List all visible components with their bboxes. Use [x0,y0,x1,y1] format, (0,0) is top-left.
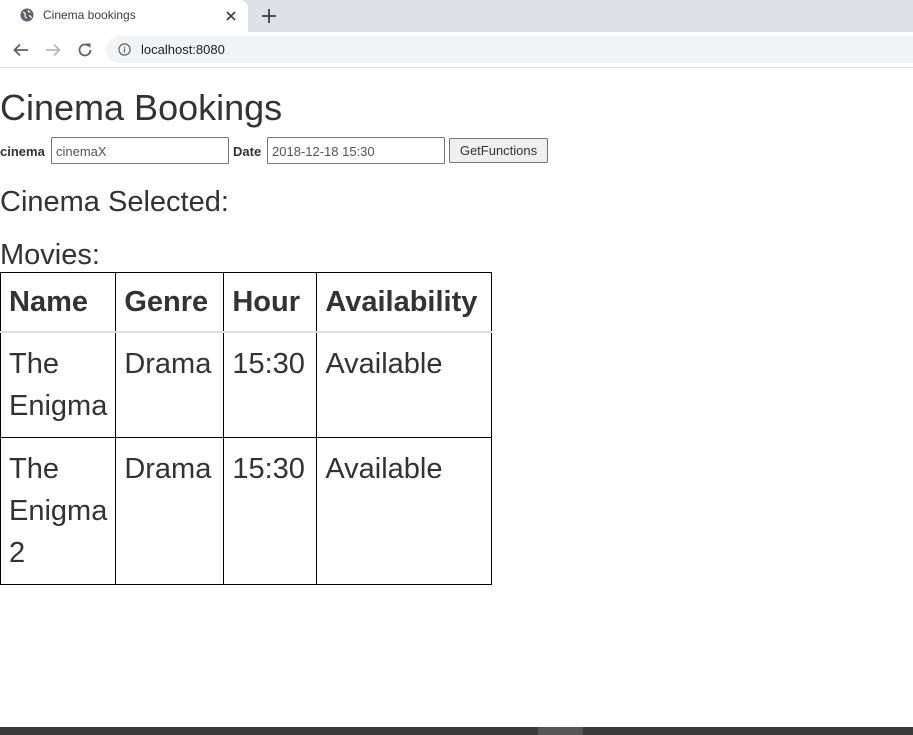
plus-icon[interactable] [260,7,278,25]
movie-name-cell: The Enigma 2 [0,437,117,585]
back-arrow-icon[interactable] [12,41,30,59]
movie-availability-cell: Available [316,437,493,585]
movie-genre-cell: Drama [115,437,225,585]
tab-title: Cinema bookings [43,8,136,22]
horizontal-scrollbar[interactable] [0,727,913,735]
date-input[interactable] [267,137,445,164]
browser-toolbar: localhost:8080 [0,32,913,68]
scrollbar-thumb[interactable] [538,727,583,735]
cinema-selected-heading: Cinema Selected: [0,186,229,218]
get-functions-button[interactable]: GetFunctions [449,138,548,163]
page-content: Cinema Bookings cinema Date GetFunctions… [0,68,913,727]
globe-icon [20,8,34,22]
close-icon[interactable] [223,8,239,24]
cinema-label: cinema [0,144,45,159]
header-hour: Hour [223,272,318,333]
page-title: Cinema Bookings [0,87,283,128]
movie-genre-cell: Drama [115,331,225,438]
reload-icon[interactable] [76,41,94,59]
movies-heading: Movies: [0,239,100,271]
movies-table: Name Genre Hour Availability The Enigma … [0,272,493,585]
browser-chrome: Cinema bookings localhost:8080 [0,0,913,68]
search-form: cinema Date GetFunctions [0,137,913,164]
tab-strip: Cinema bookings [0,0,913,32]
forward-arrow-icon[interactable] [44,41,62,59]
address-bar[interactable]: localhost:8080 [106,36,913,63]
table-row: The Enigma Drama 15:30 Available [0,331,493,438]
date-label: Date [233,144,262,159]
header-genre: Genre [115,272,225,333]
table-header-row: Name Genre Hour Availability [0,272,493,333]
url-text: localhost:8080 [141,42,225,57]
browser-tab[interactable]: Cinema bookings [0,0,248,32]
header-availability: Availability [316,272,493,333]
cinema-input[interactable] [51,137,229,164]
movie-hour-cell: 15:30 [223,331,318,438]
info-icon[interactable] [118,43,131,56]
movie-availability-cell: Available [316,331,493,438]
table-row: The Enigma 2 Drama 15:30 Available [0,437,493,585]
movie-name-cell: The Enigma [0,331,117,438]
header-name: Name [0,272,117,333]
movie-hour-cell: 15:30 [223,437,318,585]
